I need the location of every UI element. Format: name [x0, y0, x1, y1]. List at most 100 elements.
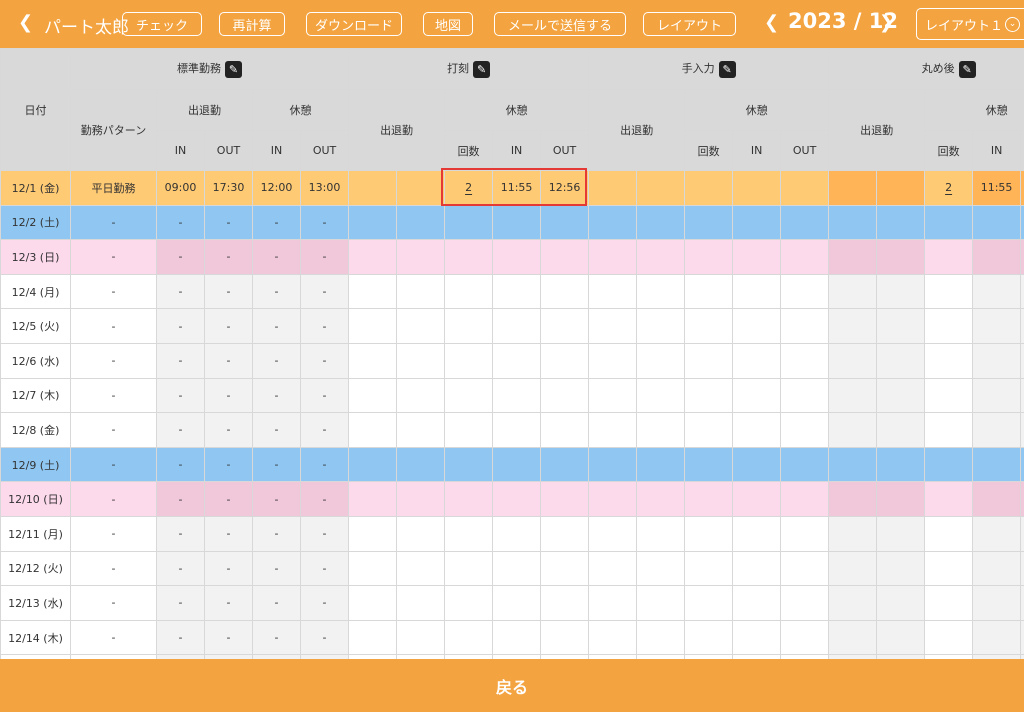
- manual-break-out-cell[interactable]: [780, 239, 830, 275]
- std-break-in-cell[interactable]: -: [252, 377, 301, 414]
- stamp-in-cell[interactable]: [348, 585, 398, 621]
- rounded-break-in-cell[interactable]: [972, 619, 1022, 656]
- pattern-cell[interactable]: -: [70, 619, 157, 656]
- manual-in-cell[interactable]: [588, 515, 638, 552]
- std-in-cell[interactable]: -: [156, 377, 205, 414]
- rounded-break-out-cell[interactable]: [1020, 204, 1024, 241]
- rounded-out-cell[interactable]: [876, 377, 926, 414]
- std-break-in-cell[interactable]: -: [252, 619, 301, 656]
- std-in-cell[interactable]: -: [156, 204, 205, 241]
- layout-select[interactable]: レイアウト１ ⌄: [916, 8, 1024, 40]
- std-out-cell[interactable]: -: [204, 412, 253, 448]
- manual-break-count-cell[interactable]: [684, 585, 734, 621]
- stamp-break-count-cell[interactable]: [444, 377, 494, 414]
- stamp-break-count-cell[interactable]: [444, 550, 494, 587]
- manual-break-in-cell[interactable]: [732, 585, 782, 621]
- manual-break-in-cell[interactable]: [732, 550, 782, 587]
- rounded-break-in-cell[interactable]: [972, 585, 1022, 621]
- table-row[interactable]: 12/3 (日) - - - - -: [0, 239, 1024, 275]
- rounded-break-in-cell[interactable]: [972, 342, 1022, 379]
- edit-icon[interactable]: ✎: [225, 60, 243, 78]
- manual-break-count-cell[interactable]: [684, 515, 734, 552]
- pattern-cell[interactable]: -: [70, 481, 157, 517]
- rounded-in-cell[interactable]: [828, 446, 878, 483]
- manual-break-in-cell[interactable]: [732, 170, 782, 206]
- stamp-out-cell[interactable]: [396, 239, 446, 275]
- stamp-out-cell[interactable]: [396, 550, 446, 587]
- rounded-in-cell[interactable]: [828, 170, 878, 206]
- stamp-in-cell[interactable]: [348, 481, 398, 517]
- std-out-cell[interactable]: -: [204, 446, 253, 483]
- stamp-in-cell[interactable]: [348, 515, 398, 552]
- std-out-cell[interactable]: -: [204, 481, 253, 517]
- stamp-break-in-cell[interactable]: [492, 515, 542, 552]
- rounded-out-cell[interactable]: [876, 585, 926, 621]
- rounded-break-out-cell[interactable]: [1020, 170, 1024, 206]
- stamp-break-out-cell[interactable]: [540, 515, 590, 552]
- rounded-break-count-cell[interactable]: [924, 585, 974, 621]
- stamp-break-in-cell[interactable]: [492, 585, 542, 621]
- manual-break-count-cell[interactable]: [684, 412, 734, 448]
- pattern-cell[interactable]: -: [70, 550, 157, 587]
- std-in-cell[interactable]: -: [156, 308, 205, 344]
- manual-break-out-cell[interactable]: [780, 446, 830, 483]
- std-break-out-cell[interactable]: -: [299, 619, 350, 656]
- check-button[interactable]: チェック: [122, 12, 202, 36]
- std-break-out-cell[interactable]: -: [299, 377, 350, 414]
- rounded-break-count-cell[interactable]: [924, 377, 974, 414]
- stamp-in-cell[interactable]: [348, 273, 398, 310]
- std-break-in-cell[interactable]: -: [252, 585, 301, 621]
- rounded-break-count-cell[interactable]: [924, 204, 974, 241]
- std-in-cell[interactable]: -: [156, 515, 205, 552]
- manual-break-count-cell[interactable]: [684, 273, 734, 310]
- rounded-break-out-cell[interactable]: [1020, 342, 1024, 379]
- date-cell[interactable]: 12/13 (水): [0, 585, 71, 621]
- stamp-break-in-cell[interactable]: [492, 412, 542, 448]
- rounded-break-in-cell[interactable]: [972, 239, 1022, 275]
- rounded-break-count-cell[interactable]: [924, 342, 974, 379]
- std-break-in-cell[interactable]: -: [252, 481, 301, 517]
- table-row[interactable]: 12/8 (金) - - - - -: [0, 412, 1024, 448]
- stamp-break-out-cell[interactable]: 12:56: [540, 170, 590, 206]
- stamp-break-out-cell[interactable]: [540, 585, 590, 621]
- std-break-out-cell[interactable]: -: [299, 204, 350, 241]
- manual-in-cell[interactable]: [588, 446, 638, 483]
- manual-break-out-cell[interactable]: [780, 481, 830, 517]
- edit-icon[interactable]: ✎: [473, 60, 491, 78]
- pattern-cell[interactable]: -: [70, 412, 157, 448]
- stamp-in-cell[interactable]: [348, 170, 398, 206]
- rounded-out-cell[interactable]: [876, 273, 926, 310]
- std-out-cell[interactable]: -: [204, 273, 253, 310]
- std-out-cell[interactable]: -: [204, 550, 253, 587]
- pattern-cell[interactable]: -: [70, 342, 157, 379]
- stamp-break-in-cell[interactable]: [492, 481, 542, 517]
- manual-break-in-cell[interactable]: [732, 481, 782, 517]
- std-break-out-cell[interactable]: -: [299, 446, 350, 483]
- rounded-break-count-cell[interactable]: [924, 308, 974, 344]
- stamp-in-cell[interactable]: [348, 342, 398, 379]
- std-break-out-cell[interactable]: -: [299, 412, 350, 448]
- manual-out-cell[interactable]: [636, 377, 686, 414]
- stamp-in-cell[interactable]: [348, 308, 398, 344]
- stamp-out-cell[interactable]: [396, 204, 446, 241]
- manual-out-cell[interactable]: [636, 446, 686, 483]
- rounded-out-cell[interactable]: [876, 342, 926, 379]
- recalc-button[interactable]: 再計算: [219, 12, 285, 36]
- stamp-break-count-cell[interactable]: [444, 308, 494, 344]
- manual-out-cell[interactable]: [636, 481, 686, 517]
- edit-icon[interactable]: ✎: [958, 60, 976, 78]
- std-out-cell[interactable]: 17:30: [204, 170, 253, 206]
- rounded-in-cell[interactable]: [828, 550, 878, 587]
- stamp-break-in-cell[interactable]: [492, 273, 542, 310]
- std-out-cell[interactable]: -: [204, 342, 253, 379]
- table-row[interactable]: 12/7 (木) - - - - -: [0, 377, 1024, 414]
- pattern-cell[interactable]: -: [70, 204, 157, 241]
- table-row[interactable]: 12/4 (月) - - - - -: [0, 273, 1024, 310]
- rounded-out-cell[interactable]: [876, 239, 926, 275]
- stamp-in-cell[interactable]: [348, 377, 398, 414]
- stamp-break-count-cell[interactable]: [444, 412, 494, 448]
- std-in-cell[interactable]: -: [156, 273, 205, 310]
- rounded-break-out-cell[interactable]: [1020, 308, 1024, 344]
- table-row[interactable]: 12/13 (水) - - - - -: [0, 585, 1024, 621]
- manual-out-cell[interactable]: [636, 412, 686, 448]
